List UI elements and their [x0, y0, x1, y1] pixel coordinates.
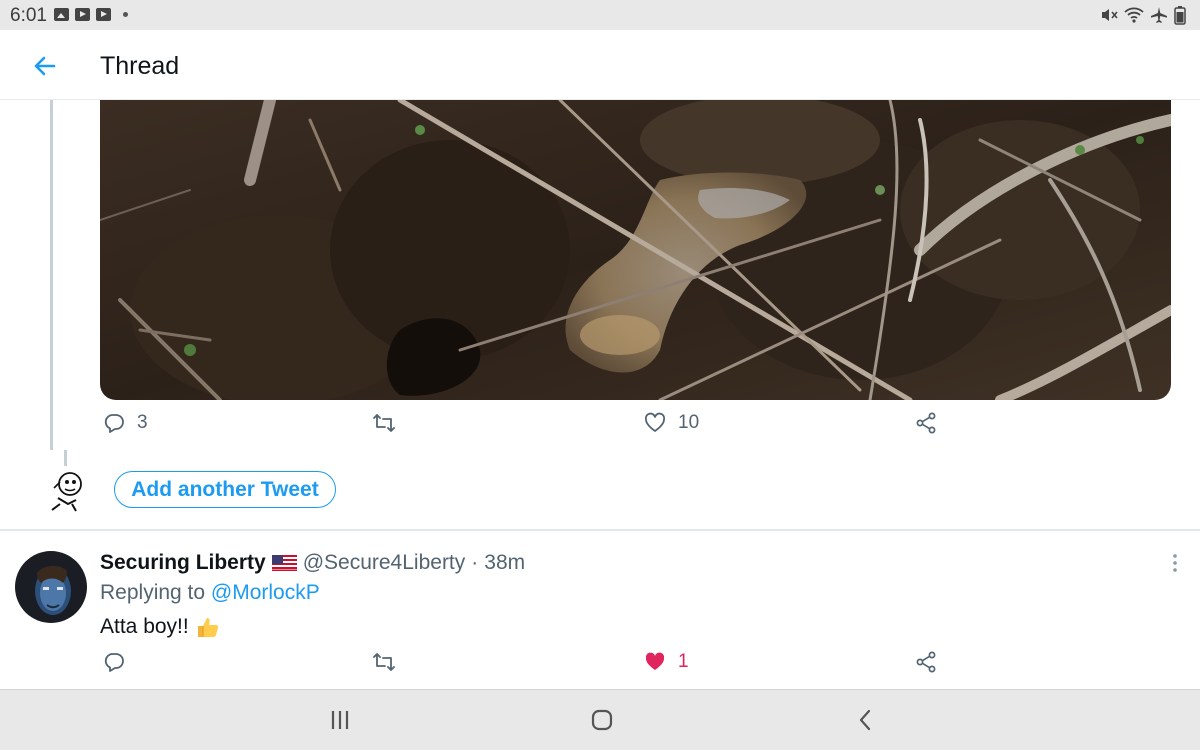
back-button[interactable] [28, 50, 62, 82]
reply-count: 3 [137, 412, 148, 433]
heart-filled-icon [645, 652, 665, 670]
gallery-icon [54, 8, 69, 21]
retweet-icon [373, 414, 395, 432]
display-name[interactable]: Securing Liberty [100, 551, 266, 575]
battery-icon [1174, 6, 1186, 25]
app-header: Thread [0, 30, 1200, 100]
reply-button[interactable]: 3 [103, 412, 148, 434]
system-nav-bar [0, 689, 1200, 750]
page-title: Thread [100, 52, 180, 80]
tweet-photo[interactable] [100, 100, 1171, 400]
system-icons [1100, 5, 1186, 25]
more-options-button[interactable] [1166, 551, 1184, 575]
like-button[interactable]: 10 [644, 412, 699, 434]
mention-link[interactable]: @MorlockP [211, 581, 320, 604]
divider [0, 529, 1200, 531]
like-button[interactable]: 1 [644, 651, 689, 673]
tweet-text: Atta boy!! [100, 614, 221, 640]
status-time: 6:01 [10, 5, 47, 26]
add-another-tweet-button[interactable]: Add another Tweet [114, 471, 336, 508]
reply-icon [104, 653, 124, 672]
thumbs-up-icon [197, 618, 218, 637]
retweet-icon [373, 653, 395, 671]
share-button[interactable] [915, 651, 937, 673]
tweet-actions: 3 10 [0, 412, 1200, 442]
reply-tweet-actions: 1 [0, 651, 1200, 681]
like-count: 10 [678, 412, 700, 433]
recent-apps-icon [331, 711, 349, 729]
reply-icon [104, 414, 124, 433]
share-button[interactable] [915, 412, 937, 434]
recent-apps-button[interactable] [325, 708, 355, 732]
us-flag-icon [271, 555, 297, 571]
arrow-left-icon [34, 56, 56, 76]
replying-prefix: Replying to [100, 581, 206, 604]
notification-icons [54, 8, 128, 21]
user-avatar[interactable] [46, 468, 88, 512]
youtube-icon [96, 8, 111, 21]
retweet-button[interactable] [372, 412, 408, 434]
replying-to: Replying to @MorlockP [100, 581, 320, 605]
share-icon [916, 412, 936, 434]
thread-connector-line [50, 100, 53, 450]
dot-icon [123, 12, 128, 17]
mute-icon [1102, 9, 1118, 21]
more-vertical-icon [1173, 554, 1177, 572]
photo-image [100, 100, 1171, 400]
status-bar: 6:01 [0, 0, 1200, 30]
tweet-body: Atta boy!! [100, 615, 189, 638]
share-icon [916, 651, 936, 673]
meta-separator: · [471, 551, 479, 574]
airplane-icon [1151, 7, 1167, 23]
tweet-time[interactable]: 38m [484, 551, 525, 575]
wifi-icon [1124, 7, 1144, 23]
home-button[interactable] [587, 708, 617, 732]
avatar[interactable] [15, 551, 87, 623]
profile-photo [15, 551, 87, 623]
like-count: 1 [678, 651, 689, 672]
reply-header: Securing Liberty @Secure4Liberty · 38m [100, 551, 525, 575]
reply-button[interactable] [103, 651, 137, 673]
user-handle[interactable]: @Secure4Liberty [303, 551, 466, 575]
avatar-cartoon-icon [51, 472, 82, 512]
nav-back-button[interactable] [850, 708, 880, 732]
youtube-icon [75, 8, 90, 21]
heart-icon [644, 412, 666, 432]
chevron-left-icon [859, 709, 871, 731]
thread-connector-line [64, 450, 67, 466]
home-icon [591, 709, 613, 731]
retweet-button[interactable] [372, 651, 408, 673]
